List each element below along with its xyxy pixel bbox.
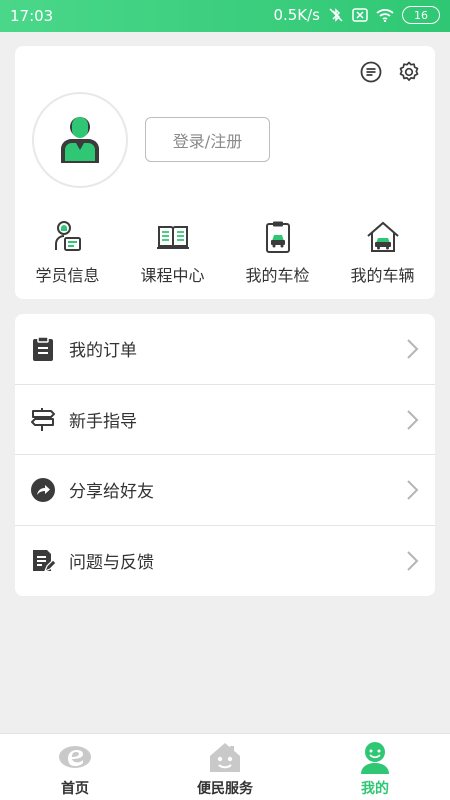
chevron-right-icon [407,480,419,500]
tab-label: 便民服务 [197,781,253,797]
quick-item-label: 学员信息 [35,266,100,285]
garage-car-icon [366,221,399,252]
menu-item-label: 我的订单 [69,341,137,362]
menu-list: 我的订单 新手指导 分享给好友 问题与反馈 [15,314,435,596]
battery-indicator: 16 [402,6,440,24]
quick-item-car-inspection[interactable]: 我的车检 [225,220,330,286]
login-register-button[interactable]: 登录/注册 [145,117,270,162]
status-indicators: 0.5K/s 16 [273,6,440,24]
menu-item-label: 分享给好友 [69,482,154,503]
menu-item-share-friends[interactable]: 分享给好友 [15,455,435,526]
avatar[interactable] [32,92,128,188]
clipboard-icon [33,336,53,361]
header-actions [359,60,421,84]
tab-convenience-service[interactable]: 便民服务 [150,734,300,800]
menu-item-my-orders[interactable]: 我的订单 [15,314,435,385]
menu-item-label: 新手指导 [69,411,137,432]
menu-item-beginner-guide[interactable]: 新手指导 [15,385,435,455]
quick-item-student-info[interactable]: 学员信息 [15,220,120,286]
status-time: 17:03 [10,7,54,25]
wifi-icon [376,9,394,22]
menu-item-label: 问题与反馈 [69,553,154,574]
tab-home[interactable]: 首页 [0,734,150,800]
chevron-right-icon [407,339,419,359]
tab-label: 我的 [361,781,389,797]
car-inspection-icon [265,221,290,253]
feedback-icon [33,549,56,572]
quick-item-label: 我的车辆 [350,266,415,285]
quick-item-label: 我的车检 [245,266,310,285]
network-speed: 0.5K/s [273,6,320,24]
chevron-right-icon [407,550,419,571]
quick-item-course-center[interactable]: 课程中心 [120,220,225,286]
message-icon[interactable] [359,60,383,84]
signpost-icon [31,408,55,432]
service-house-icon [210,743,240,772]
tab-label: 首页 [61,781,89,797]
student-info-icon [54,221,81,251]
tab-mine[interactable]: 我的 [300,734,450,800]
profile-card: 登录/注册 学员信息 课程中心 我的车检 我的车辆 [15,46,435,299]
book-icon [156,226,189,249]
bluetooth-off-icon [329,8,343,22]
bottom-tab-bar: 首页 便民服务 我的 [0,733,450,800]
home-e-icon [59,746,91,768]
quick-item-label: 课程中心 [140,266,205,285]
menu-item-feedback[interactable]: 问题与反馈 [15,526,435,597]
profile-icon [361,742,389,774]
sim-off-icon [352,8,368,22]
quick-nav: 学员信息 课程中心 我的车检 我的车辆 [15,220,435,286]
status-bar: 17:03 0.5K/s 16 [0,0,450,32]
user-avatar-icon [61,117,99,163]
quick-item-my-vehicle[interactable]: 我的车辆 [330,220,435,286]
share-icon [31,477,55,502]
chevron-right-icon [407,409,419,430]
settings-gear-icon[interactable] [397,60,421,84]
